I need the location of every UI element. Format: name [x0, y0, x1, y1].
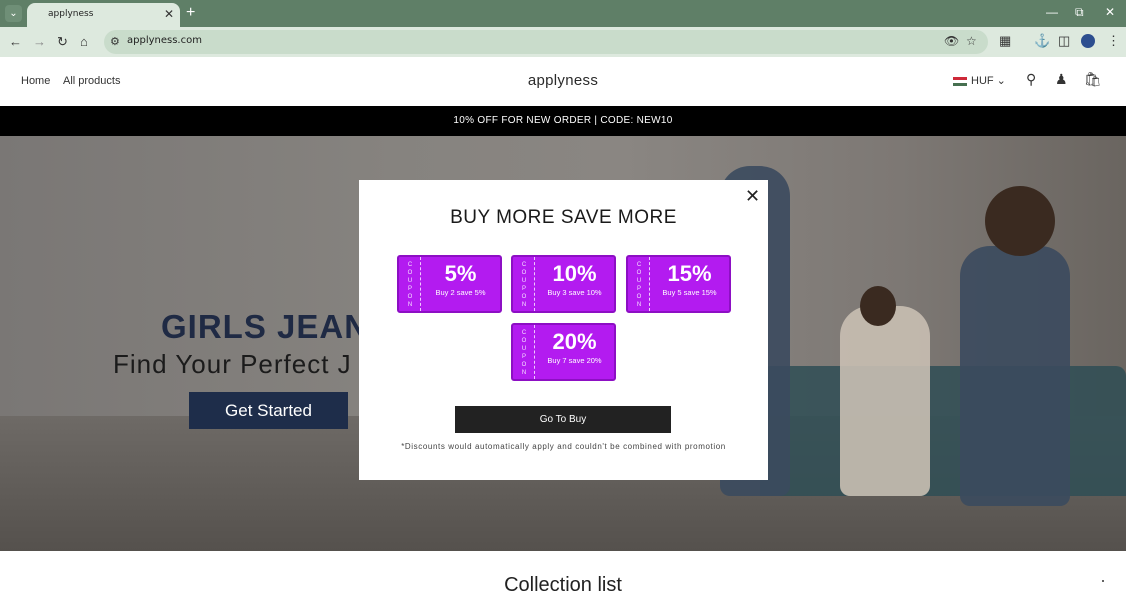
new-tab-icon[interactable]: +	[186, 4, 195, 22]
announcement-bar: 10% OFF FOR NEW ORDER | CODE: NEW10	[0, 106, 1126, 136]
collection-section: Collection list	[0, 551, 1126, 602]
go-to-buy-button[interactable]: Go To Buy	[455, 406, 671, 433]
coupon-word: COUPON	[521, 262, 527, 308]
tab-title: applyness	[48, 9, 94, 19]
coupon-20[interactable]: COUPON 20% Buy 7 save 20%	[511, 323, 616, 381]
tab-search-icon[interactable]: ⌄	[5, 5, 22, 22]
home-icon[interactable]: ⌂	[80, 34, 88, 49]
coupon-description: Buy 7 save 20%	[547, 356, 602, 365]
coupon-percent: 20%	[552, 329, 597, 354]
coupon-description: Buy 2 save 5%	[435, 288, 486, 297]
chevron-down-icon: ⌄	[996, 75, 1006, 87]
window-close-icon[interactable]: ✕	[1105, 5, 1115, 19]
coupon-percent: 10%	[552, 261, 597, 286]
account-icon[interactable]: ♟	[1055, 71, 1068, 88]
address-bar[interactable]: ⚙ applyness.com 👁 ☆	[104, 30, 988, 54]
url-text: applyness.com	[127, 35, 202, 46]
browser-toolbar: ← → ↻ ⌂ ⚙ applyness.com 👁 ☆ ▦ ⚓ ◫ ⋮	[0, 27, 1126, 57]
star-icon[interactable]: ☆	[966, 34, 977, 48]
hero-title: GIRLS JEAN	[161, 308, 370, 345]
hero-model-2	[840, 306, 930, 496]
coupon-5[interactable]: COUPON 5% Buy 2 save 5%	[397, 255, 502, 313]
coupon-word: COUPON	[407, 262, 413, 308]
cart-icon[interactable]: 🛍	[1084, 71, 1102, 88]
coupon-word: COUPON	[636, 262, 642, 308]
coupon-10[interactable]: COUPON 10% Buy 3 save 10%	[511, 255, 616, 313]
restore-icon[interactable]: ⧉	[1075, 5, 1084, 20]
coupon-word: COUPON	[521, 330, 527, 376]
menu-icon[interactable]: ⋮	[1107, 33, 1120, 49]
site-header: Home All products applyness HUF ⌄ ⚲ ♟ 🛍	[0, 57, 1126, 106]
hero-model-3	[960, 246, 1070, 506]
side-panel-icon[interactable]: ◫	[1058, 33, 1070, 49]
extensions-icon[interactable]: ▦	[999, 33, 1011, 49]
coupon-percent: 15%	[667, 261, 712, 286]
hero-model-2-head	[860, 286, 896, 326]
browser-tab-bar: ⌄ applyness ✕ + — ⧉ ✕	[0, 0, 1126, 27]
collection-title: Collection list	[504, 574, 622, 596]
discount-disclaimer: *Discounts would automatically apply and…	[401, 442, 726, 451]
eye-off-icon[interactable]: 👁	[944, 34, 959, 48]
chat-dot	[1102, 580, 1104, 582]
reload-icon[interactable]: ↻	[57, 34, 68, 50]
promo-modal: ✕ BUY MORE SAVE MORE COUPON 5% Buy 2 sav…	[359, 180, 768, 480]
coupon-description: Buy 5 save 15%	[662, 288, 717, 297]
modal-title: BUY MORE SAVE MORE	[450, 207, 677, 228]
labs-icon[interactable]: ⚓	[1034, 33, 1050, 49]
hungary-flag-icon	[953, 76, 967, 86]
browser-tab[interactable]: applyness ✕	[27, 3, 180, 27]
back-icon[interactable]: ←	[9, 34, 22, 49]
minimize-icon[interactable]: —	[1046, 5, 1058, 19]
coupon-percent: 5%	[444, 261, 477, 286]
get-started-button[interactable]: Get Started	[189, 392, 348, 429]
currency-label: HUF	[971, 75, 994, 87]
hero-model-3-head	[985, 186, 1055, 256]
currency-selector[interactable]: HUF ⌄	[953, 74, 1006, 87]
forward-icon[interactable]: →	[33, 34, 46, 49]
hero-sofa	[760, 366, 1126, 496]
close-icon[interactable]: ✕	[745, 186, 760, 207]
coupon-15[interactable]: COUPON 15% Buy 5 save 15%	[626, 255, 731, 313]
hero-subtitle: Find Your Perfect J	[113, 349, 352, 379]
search-icon[interactable]: ⚲	[1026, 71, 1036, 88]
profile-avatar-icon[interactable]	[1081, 34, 1095, 48]
coupon-description: Buy 3 save 10%	[547, 288, 602, 297]
site-info-icon[interactable]: ⚙	[110, 35, 120, 48]
tab-close-icon[interactable]: ✕	[164, 7, 174, 21]
